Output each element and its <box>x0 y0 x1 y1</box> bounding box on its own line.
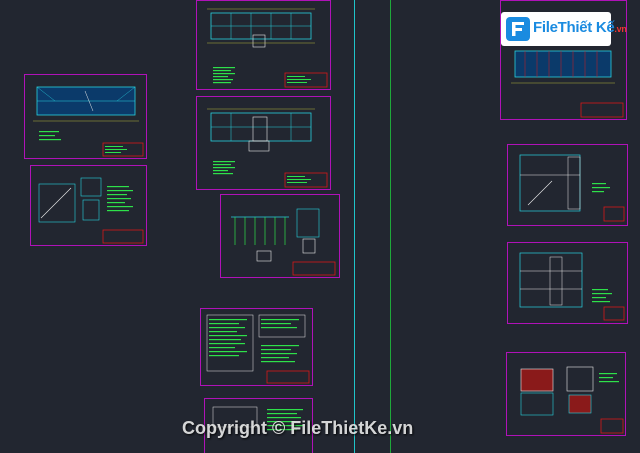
structure-detail-drawing <box>231 208 336 276</box>
sheet-schedule-table[interactable] <box>200 308 313 386</box>
sheet-roof-plan[interactable] <box>24 74 147 159</box>
axis-line-green <box>390 0 391 453</box>
floor-plan-drawing <box>207 108 328 188</box>
logo-name: File <box>533 19 558 36</box>
schedule-table-drawing <box>206 314 310 384</box>
logo-tld: .vn <box>614 24 627 34</box>
axis-line-cyan <box>354 0 355 453</box>
copyright-watermark: Copyright © FileThietKe.vn <box>182 418 414 438</box>
logo-mark-icon <box>506 17 530 41</box>
sheet-detail-bottom-right[interactable] <box>506 352 626 436</box>
section-drawing <box>519 154 625 222</box>
sheet-section-1[interactable] <box>507 144 628 226</box>
sheet-stair-detail[interactable] <box>30 165 147 246</box>
sheet-floor-plan-top[interactable] <box>196 0 331 90</box>
logo-text: FileThiết Kế.vn <box>533 19 627 36</box>
sheet-floor-plan-middle[interactable] <box>196 96 331 190</box>
sheet-section-2[interactable] <box>507 242 628 324</box>
cad-model-space[interactable]: FileThiết Kế.vn Copyright © FileThietKe.… <box>0 0 640 453</box>
stair-detail-drawing <box>38 177 144 244</box>
logo-name-2: Thiết Kế <box>557 19 615 36</box>
sheet-structure-detail[interactable] <box>220 194 340 278</box>
filethietke-logo[interactable]: FileThiết Kế.vn <box>501 12 627 46</box>
section-drawing <box>519 252 625 321</box>
floor-plan-drawing <box>207 8 328 88</box>
roof-plan-drawing <box>33 86 144 157</box>
detail-drawing <box>520 366 624 434</box>
